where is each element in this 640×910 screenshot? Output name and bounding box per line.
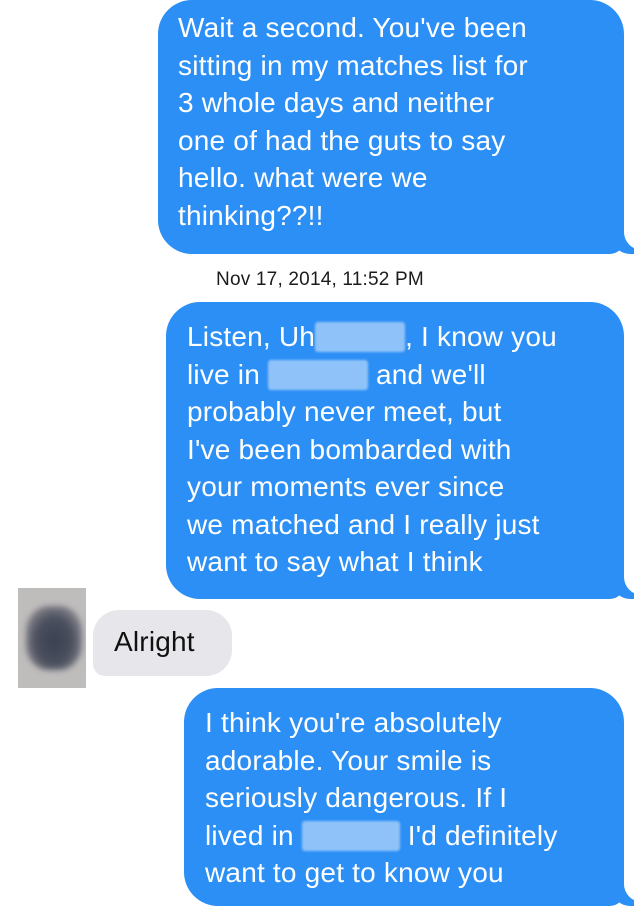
message-text-segment: lived in xyxy=(205,819,294,851)
message-text-line: live in and we'll xyxy=(187,356,624,394)
message-text-segment: and we'll xyxy=(367,358,486,390)
message-text-line: probably never meet, but xyxy=(187,396,502,427)
redacted-location xyxy=(267,359,368,390)
message-text-line: I've been bombarded with xyxy=(187,433,512,465)
message-text-line: want to get to know you xyxy=(205,857,504,888)
message-text-segment: , I know you xyxy=(405,321,557,352)
message-text-line: one of had the guts to say xyxy=(178,124,506,156)
message-text-segment: live in xyxy=(187,358,260,390)
message-text-line: lived in I'd definitely xyxy=(205,817,624,855)
bubble-tail xyxy=(612,571,640,599)
message-text-line: thinking??!! xyxy=(178,199,324,231)
message-text-line: sitting in my matches list for xyxy=(178,49,528,81)
bubble-tail xyxy=(612,878,640,906)
avatar-image xyxy=(26,606,82,670)
message-bubble-sent[interactable]: I think you're absolutely adorable. Your… xyxy=(184,688,640,906)
message-text-segment: Listen, Uh xyxy=(187,321,316,352)
redacted-name xyxy=(315,322,406,352)
message-text-line: Wait a second. You've been xyxy=(178,12,527,43)
message-text: Alright xyxy=(114,626,195,657)
message-text-line: 3 whole days and neither xyxy=(178,87,495,118)
message-text-line: your moments ever since xyxy=(187,471,505,502)
message-text-line: we matched and I really just xyxy=(187,508,540,540)
message-text-line: I think you're absolutely xyxy=(205,707,502,738)
message-timestamp: Nov 17, 2014, 11:52 PM xyxy=(216,269,424,290)
message-bubble-sent[interactable]: Listen, Uh , I know you live in and we'll… xyxy=(166,302,640,599)
avatar-icon[interactable] xyxy=(18,588,86,688)
message-bubble-received[interactable]: Alright xyxy=(93,610,232,676)
bubble-tail xyxy=(612,226,640,254)
message-text-line: seriously dangerous. If I xyxy=(205,782,508,813)
message-bubble-sent[interactable]: Wait a second. You've been sitting in my… xyxy=(158,0,640,254)
message-text-line: adorable. Your smile is xyxy=(205,744,492,776)
message-text-line: hello. what were we xyxy=(178,162,428,193)
message-text-line: Listen, Uh , I know you xyxy=(187,318,624,356)
redacted-location xyxy=(301,820,400,851)
message-text-line: want to say what I think xyxy=(187,546,483,577)
message-text-segment: I'd definitely xyxy=(399,819,558,851)
